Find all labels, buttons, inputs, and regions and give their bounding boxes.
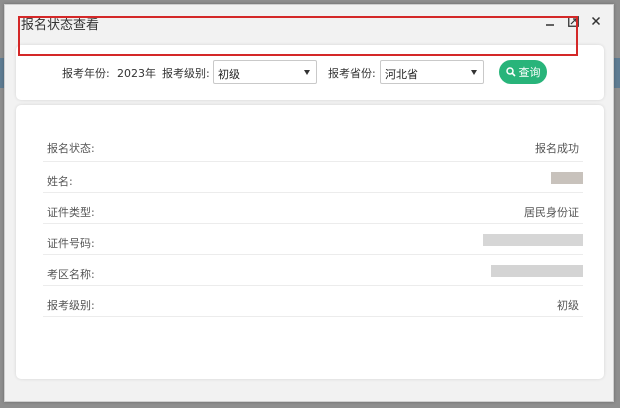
result-row-id-type: 证件类型: 居民身份证 <box>43 193 583 224</box>
result-row-label: 报名状态: <box>47 142 95 155</box>
result-panel: 报名状态: 报名成功 姓名: 证件类型: 居民身份证 证件号码: 考区名称: 报… <box>16 105 604 379</box>
result-row-value: 居民身份证 <box>524 206 579 219</box>
result-row-label: 考区名称: <box>47 268 95 281</box>
result-row-exam-area: 考区名称: <box>43 255 583 286</box>
query-row: 报考年份: 2023年 报考级别: 初级 报考省份: 河北省 查询 <box>16 60 604 86</box>
highlight-box <box>18 16 578 56</box>
redacted-value <box>483 234 583 246</box>
result-row-value: 报名成功 <box>535 142 579 155</box>
province-select-value: 河北省 <box>385 68 418 81</box>
result-row-status: 报名状态: 报名成功 <box>43 127 583 162</box>
search-icon <box>505 67 516 77</box>
year-label: 报考年份: <box>62 67 110 80</box>
result-row-label: 证件类型: <box>47 206 95 219</box>
chevron-down-icon <box>471 70 477 75</box>
province-label: 报考省份: <box>328 67 376 80</box>
search-button-label: 查询 <box>518 66 541 79</box>
year-value: 2023年 <box>117 67 156 80</box>
chevron-down-icon <box>304 70 310 75</box>
search-button[interactable]: 查询 <box>499 60 547 84</box>
result-row-name: 姓名: <box>43 162 583 193</box>
result-list: 报名状态: 报名成功 姓名: 证件类型: 居民身份证 证件号码: 考区名称: 报… <box>43 127 583 317</box>
redacted-value <box>491 265 583 277</box>
redacted-value <box>551 172 583 184</box>
level-select[interactable]: 初级 <box>213 60 317 84</box>
result-row-label: 报考级别: <box>47 299 95 312</box>
result-row-id-number: 证件号码: <box>43 224 583 255</box>
close-icon[interactable] <box>589 13 603 29</box>
level-label: 报考级别: <box>162 67 210 80</box>
status-dialog: 报名状态查看 报考年份: 2023年 报考级别: 初级 报考省份: 河北省 查询… <box>4 4 614 402</box>
result-row-level: 报考级别: 初级 <box>43 286 583 317</box>
province-select[interactable]: 河北省 <box>380 60 484 84</box>
result-row-label: 姓名: <box>47 175 73 188</box>
result-row-value: 初级 <box>557 299 579 312</box>
result-row-label: 证件号码: <box>47 237 95 250</box>
level-select-value: 初级 <box>218 68 240 81</box>
